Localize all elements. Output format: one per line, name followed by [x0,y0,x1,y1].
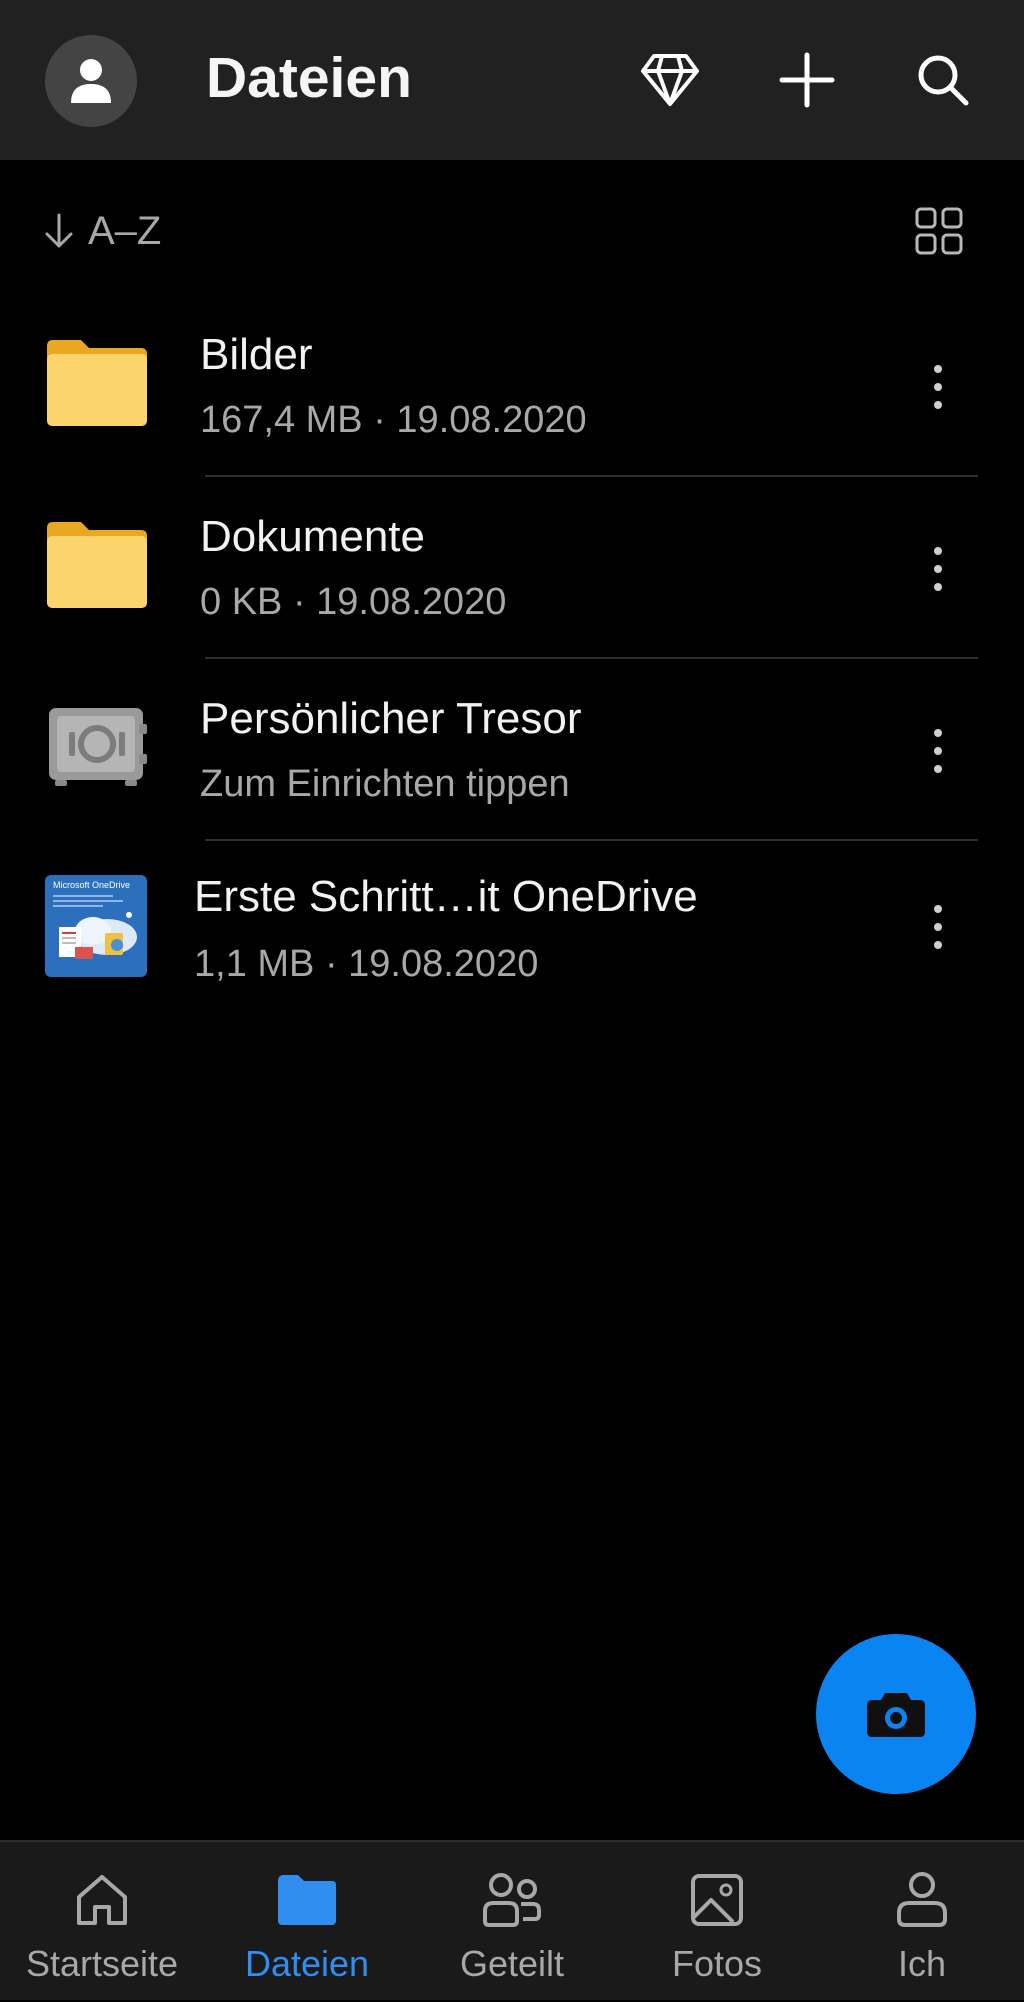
diamond-icon [641,54,699,106]
more-icon-dot [934,547,942,555]
arrow-down-icon [45,213,73,248]
nav-label: Fotos [671,1943,763,1984]
vault-icon [49,708,147,786]
nav-item-fotos[interactable]: Fotos [617,1842,817,2002]
add-button[interactable] [771,44,843,116]
app-header: Dateien [0,0,1024,160]
sort-label: A–Z [88,208,162,253]
camera-icon [867,1693,925,1737]
file-meta: 167,4 MB · 19.08.2020 [200,399,587,441]
more-icon-dot [934,365,942,373]
document-thumbnail: Microsoft OneDrive [45,875,147,977]
person-icon [890,1868,954,1932]
view-toggle-button[interactable] [910,202,968,260]
more-icon-dot [934,765,942,773]
folder-icon [275,1868,339,1932]
folder-icon [47,340,147,426]
file-name: Persönlicher Tresor [200,694,582,743]
file-name: Erste Schritt…it OneDrive [194,872,698,921]
list-item[interactable]: Persönlicher Tresor Zum Einrichten tippe… [0,659,1024,841]
more-icon-dot [934,729,942,737]
file-name: Dokumente [200,512,426,561]
list-item[interactable]: Bilder 167,4 MB · 19.08.2020 [0,295,1024,477]
photo-icon [685,1868,749,1932]
search-button[interactable] [907,44,979,116]
more-icon-dot [934,923,942,931]
nav-label: Startseite [25,1943,179,1984]
more-icon-dot [934,401,942,409]
onedrive-illustration [53,895,137,959]
home-icon [70,1868,134,1932]
more-icon-dot [934,905,942,913]
more-icon-dot [934,941,942,949]
folder-icon [47,522,147,608]
file-meta: 1,1 MB · 19.08.2020 [194,943,539,985]
file-meta: Zum Einrichten tippen [200,763,570,805]
search-icon [918,55,969,106]
nav-item-ich[interactable]: Ich [822,1842,1022,2002]
nav-item-dateien[interactable]: Dateien [207,1842,407,2002]
more-icon-dot [934,583,942,591]
more-options-button[interactable] [914,529,962,609]
user-icon [71,59,111,103]
list-item[interactable]: Microsoft OneDrive Erste Schritt…it OneD… [0,841,1024,1023]
nav-item-geteilt[interactable]: Geteilt [412,1842,612,2002]
page-title: Dateien [206,46,412,110]
bottom-navigation: Startseite Dateien Geteilt Fotos Ich [0,1840,1024,2000]
nav-label: Dateien [244,1943,370,1984]
sort-button[interactable]: A–Z [44,205,161,257]
more-options-button[interactable] [914,887,962,967]
more-options-button[interactable] [914,711,962,791]
more-options-button[interactable] [914,347,962,427]
premium-button[interactable] [634,44,706,116]
plus-icon [779,52,835,108]
people-icon [480,1868,544,1932]
nav-label: Geteilt [459,1943,565,1984]
nav-item-startseite[interactable]: Startseite [2,1842,202,2002]
more-icon-dot [934,383,942,391]
file-name: Bilder [200,330,313,379]
account-avatar-button[interactable] [45,35,137,127]
list-item[interactable]: Dokumente 0 KB · 19.08.2020 [0,477,1024,659]
more-icon-dot [934,565,942,573]
nav-label: Ich [897,1943,947,1984]
grid-view-icon [915,207,963,255]
camera-fab-button[interactable] [816,1634,976,1794]
file-meta: 0 KB · 19.08.2020 [200,581,507,623]
more-icon-dot [934,747,942,755]
